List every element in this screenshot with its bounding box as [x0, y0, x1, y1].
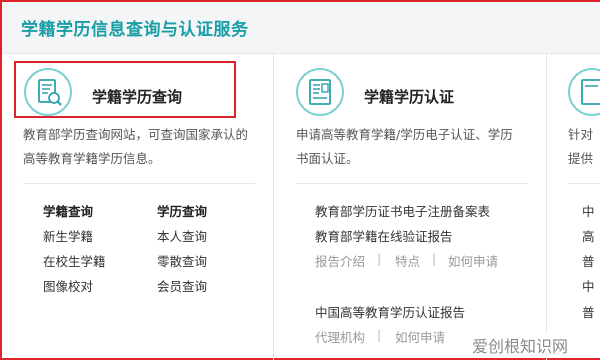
column-divider — [273, 54, 274, 360]
link-item[interactable]: 中 — [582, 276, 595, 295]
separator-bar: | — [432, 251, 437, 266]
service-description: 教育部学历查询网站，可查询国家承认的 — [23, 127, 249, 142]
section-separator — [568, 183, 600, 184]
link-image-check[interactable]: 图像校对 — [43, 276, 93, 295]
section-title: 学籍学历信息查询与认证服务 — [21, 20, 249, 40]
link-online-verification-report[interactable]: 教育部学籍在线验证报告 — [315, 226, 453, 245]
column-heading: 学历查询 — [157, 204, 208, 219]
link-single-query[interactable]: 零散查询 — [157, 251, 207, 270]
highlight-box — [14, 61, 236, 118]
section-separator — [23, 183, 255, 184]
service-icon — [568, 68, 600, 116]
link-how-to-apply[interactable]: 如何申请 — [395, 327, 445, 346]
link-item[interactable]: 中 — [582, 201, 595, 220]
column-divider — [546, 54, 547, 360]
section-separator — [296, 183, 528, 184]
link-new-student-status[interactable]: 新生学籍 — [43, 226, 93, 245]
link-enrolled-student-status[interactable]: 在校生学籍 — [43, 251, 106, 270]
service-description: 针对 — [568, 127, 594, 142]
separator-bar: | — [377, 251, 382, 266]
column-heading: 学籍查询 — [43, 204, 94, 219]
link-degree-certification-report[interactable]: 中国高等教育学历认证报告 — [315, 302, 465, 321]
link-item[interactable]: 高 — [582, 226, 595, 245]
service-description: 书面认证。 — [296, 151, 359, 166]
link-report-intro[interactable]: 报告介绍 — [315, 251, 365, 270]
link-self-query[interactable]: 本人查询 — [157, 226, 207, 245]
link-member-query[interactable]: 会员查询 — [157, 276, 207, 295]
certificate-icon — [296, 68, 344, 116]
outer-frame — [0, 0, 600, 360]
link-features[interactable]: 特点 — [395, 251, 420, 270]
link-item[interactable]: 普 — [582, 302, 595, 321]
service-description: 高等教育学籍学历信息。 — [23, 151, 161, 166]
link-agencies[interactable]: 代理机构 — [315, 327, 365, 346]
link-electronic-registration-form[interactable]: 教育部学历证书电子注册备案表 — [315, 201, 490, 220]
section-header: 学籍学历信息查询与认证服务 — [2, 2, 600, 54]
separator-bar: | — [377, 327, 382, 342]
service-description: 提供 — [568, 151, 594, 166]
link-item[interactable]: 普 — [582, 251, 595, 270]
watermark: 爱创根知识网 — [468, 333, 573, 357]
service-title-certify[interactable]: 学籍学历认证 — [364, 86, 454, 107]
link-how-to-apply[interactable]: 如何申请 — [448, 251, 498, 270]
service-description: 申请高等教育学籍/学历电子认证、学历 — [296, 127, 513, 142]
